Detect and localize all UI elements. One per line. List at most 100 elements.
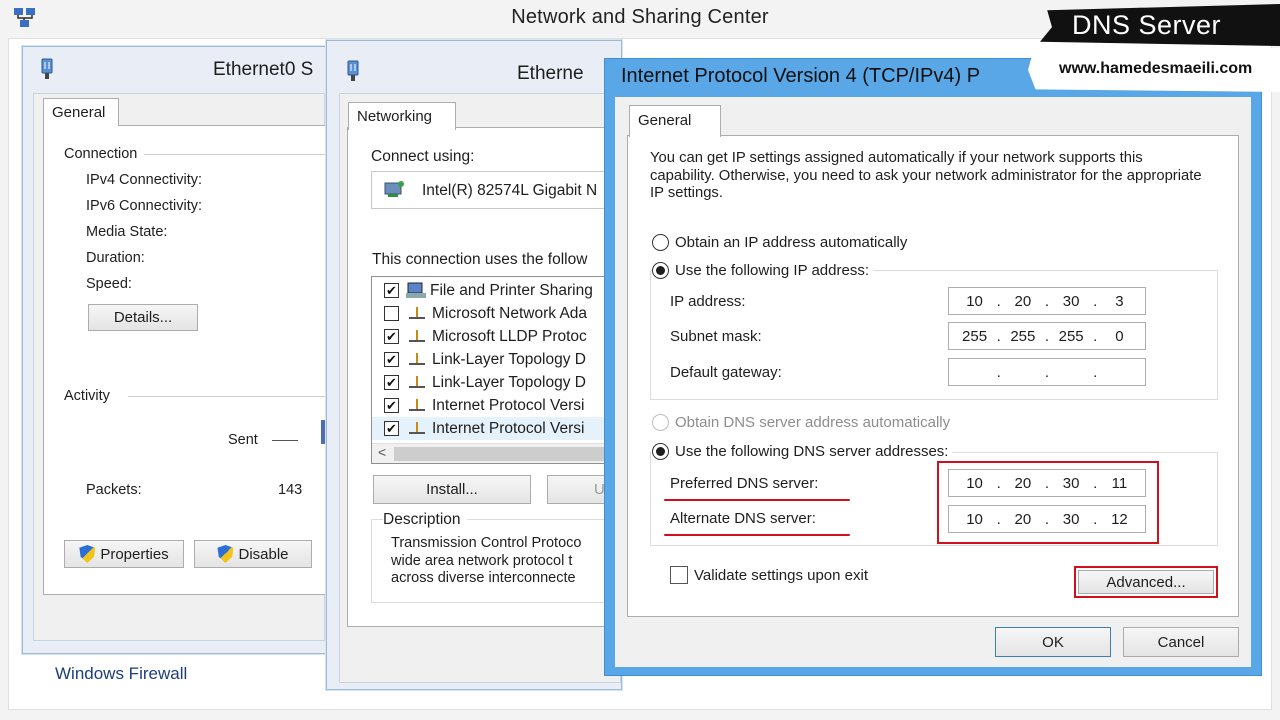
use-following-dns-radio[interactable] (652, 443, 669, 460)
default-gateway-label: Default gateway: (670, 364, 782, 381)
item-label: File and Printer Sharing (430, 281, 593, 299)
item-checkbox[interactable]: ✔ (384, 352, 399, 367)
octet-separator: . (996, 292, 1001, 310)
tab-networking[interactable]: Networking (348, 102, 456, 130)
properties-button[interactable]: Properties (64, 540, 184, 568)
octet-separator: . (1093, 327, 1098, 345)
install-button[interactable]: Install... (373, 475, 531, 504)
activity-divider (128, 396, 334, 397)
network-protocol-icon (407, 421, 427, 436)
list-item[interactable]: ✔ Internet Protocol Versi (372, 417, 610, 440)
description-label: Description (383, 511, 467, 529)
list-item[interactable]: ✔ Link-Layer Topology D (372, 348, 610, 371)
ip-address-field[interactable]: 10. 20. 30. 3 (948, 287, 1146, 315)
default-gateway-field[interactable]: . . . (948, 358, 1146, 386)
octet-separator: . (1044, 363, 1050, 381)
item-label: Microsoft Network Ada (432, 304, 588, 322)
connection-divider (144, 154, 334, 155)
list-item[interactable]: ✔ Link-Layer Topology D (372, 371, 610, 394)
item-checkbox[interactable]: ✔ (384, 283, 399, 298)
ip-address-label: IP address: (670, 293, 746, 310)
ip-octet-4: 3 (1115, 292, 1124, 310)
item-label: Internet Protocol Versi (432, 396, 585, 414)
obtain-dns-auto-radio[interactable] (652, 414, 669, 431)
alternate-dns-label: Alternate DNS server: (670, 510, 816, 527)
octet-separator: . (1044, 327, 1050, 345)
connection-group-label: Connection (64, 146, 144, 162)
banner-url: www.hamedesmaeili.com (1059, 60, 1253, 77)
ip-octet-2: 20 (1014, 292, 1032, 310)
uac-shield-icon (217, 545, 234, 563)
dns-fields-highlight-box (937, 461, 1159, 544)
use-following-dns-option[interactable]: Use the following DNS server addresses: (652, 443, 953, 460)
properties-window-title: Etherne (517, 63, 584, 84)
obtain-ip-auto-radio[interactable] (652, 234, 669, 251)
horizontal-scrollbar[interactable]: < (372, 443, 610, 463)
tab-general[interactable]: General (43, 98, 119, 126)
cancel-button[interactable]: Cancel (1123, 627, 1239, 657)
tab-general[interactable]: General (629, 105, 721, 137)
item-checkbox[interactable]: ✔ (384, 375, 399, 390)
ipv4-dialog-title: Internet Protocol Version 4 (TCP/IPv4) P (621, 65, 981, 87)
advanced-button[interactable]: Advanced... (1078, 570, 1214, 594)
ethernet-status-window: Ethernet0 S Connection IPv4 Connectivity… (22, 46, 334, 654)
media-state-label: Media State: (86, 224, 168, 240)
item-checkbox[interactable]: ✔ (384, 398, 399, 413)
ip-octet-3: 30 (1062, 292, 1080, 310)
network-adapter-card-icon (384, 180, 406, 205)
scrollbar-thumb[interactable] (394, 447, 610, 461)
disable-button[interactable]: Disable (194, 540, 312, 568)
octet-separator: . (1044, 292, 1050, 310)
validate-settings-option[interactable]: Validate settings upon exit (670, 566, 868, 584)
obtain-dns-auto-label: Obtain DNS server address automatically (675, 414, 951, 431)
item-label: Microsoft LLDP Protoc (432, 327, 587, 345)
alternate-dns-highlight-underline (664, 534, 850, 536)
intro-text: You can get IP settings assigned automat… (650, 150, 1202, 201)
ethernet-properties-window: Etherne Networking Connect using: Intel(… (326, 40, 631, 690)
status-window-title: Ethernet0 S (213, 59, 314, 80)
network-adapter-icon (345, 59, 361, 88)
preferred-dns-label: Preferred DNS server: (670, 475, 819, 492)
ipv4-properties-dialog: Internet Protocol Version 4 (TCP/IPv4) P… (604, 58, 1262, 676)
use-following-ip-radio[interactable] (652, 262, 669, 279)
details-button[interactable]: Details... (88, 304, 198, 331)
connect-using-label: Connect using: (371, 148, 475, 165)
octet-separator: . (996, 327, 1001, 345)
subnet-mask-field[interactable]: 255. 255. 255. 0 (948, 322, 1146, 350)
octet-separator: . (996, 363, 1001, 381)
list-item[interactable]: ✔ Internet Protocol Versi (372, 394, 610, 417)
packets-sent-value: 143 (278, 482, 303, 498)
activity-group-label: Activity (64, 388, 116, 404)
list-item[interactable]: Microsoft Network Ada (372, 302, 610, 325)
item-checkbox[interactable] (384, 306, 399, 321)
list-item[interactable]: ✔ Microsoft LLDP Protoc (372, 325, 610, 348)
validate-settings-checkbox[interactable] (670, 566, 688, 584)
item-checkbox[interactable]: ✔ (384, 329, 399, 344)
ipv6-connectivity-label: IPv6 Connectivity: (86, 198, 203, 214)
network-protocol-icon (407, 375, 427, 390)
file-printer-sharing-icon (405, 282, 427, 300)
item-checkbox[interactable]: ✔ (384, 421, 399, 436)
list-item[interactable]: ✔ File and Printer Sharing (372, 279, 610, 302)
item-label: Internet Protocol Versi (432, 419, 585, 437)
octet-separator: . (1093, 292, 1098, 310)
obtain-ip-auto-option[interactable]: Obtain an IP address automatically (652, 234, 907, 251)
sent-line (272, 440, 298, 441)
ipv4-general-panel: You can get IP settings assigned automat… (627, 135, 1239, 617)
scroll-left-icon[interactable]: < (378, 444, 386, 460)
ok-button[interactable]: OK (995, 627, 1111, 657)
speed-label: Speed: (86, 276, 132, 292)
use-following-ip-option[interactable]: Use the following IP address: (652, 262, 873, 279)
adapter-name: Intel(R) 82574L Gigabit N (422, 182, 598, 199)
connection-uses-label: This connection uses the follow (372, 251, 588, 268)
item-label: Link-Layer Topology D (432, 350, 586, 368)
network-protocol-icon (407, 329, 427, 344)
connection-items-list[interactable]: ✔ File and Printer Sharing Microsoft Netwo… (371, 276, 611, 464)
preferred-dns-highlight-underline (664, 499, 850, 501)
network-protocol-icon (407, 306, 427, 321)
windows-firewall-link[interactable]: Windows Firewall (55, 664, 187, 684)
ipv4-connectivity-label: IPv4 Connectivity: (86, 172, 203, 188)
network-protocol-icon (407, 352, 427, 367)
obtain-dns-auto-option[interactable]: Obtain DNS server address automatically (652, 414, 950, 431)
obtain-ip-auto-label: Obtain an IP address automatically (675, 234, 908, 251)
